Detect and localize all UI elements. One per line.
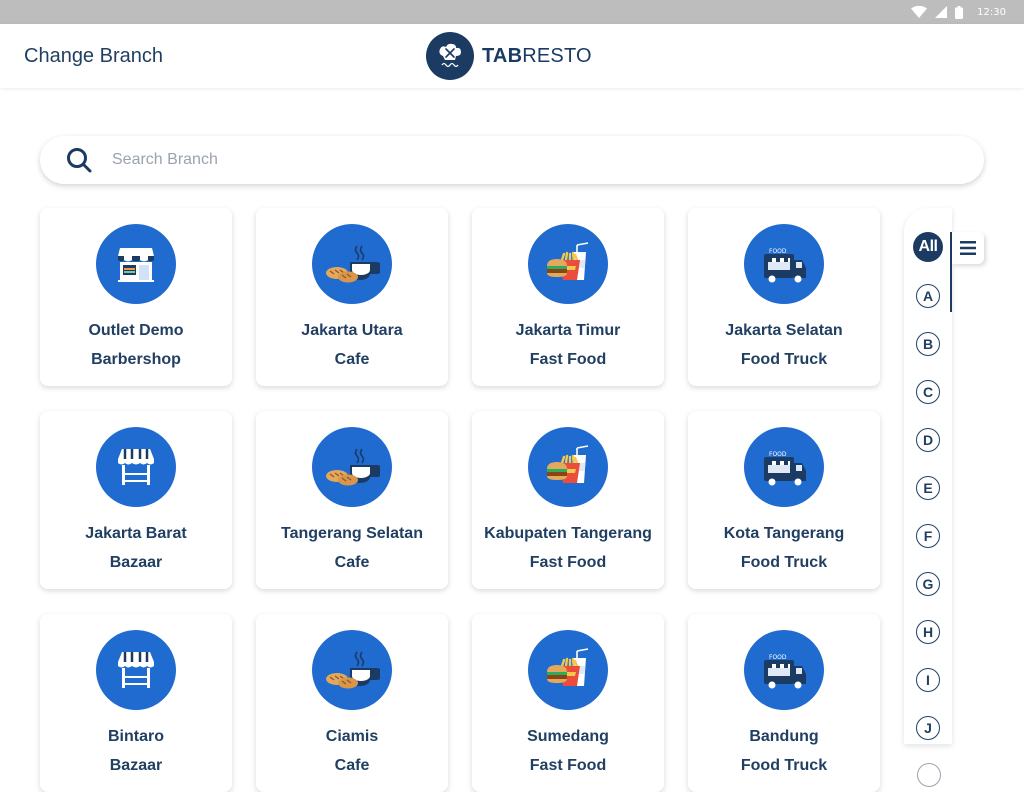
alpha-item-partial[interactable] (917, 763, 941, 787)
alpha-item-h[interactable]: H (916, 620, 940, 644)
branch-type: Fast Food (529, 554, 607, 571)
alpha-item-a[interactable]: A (916, 284, 940, 308)
chef-hat-icon (426, 32, 474, 80)
branch-card[interactable]: Jakarta Timur Fast Food (472, 208, 664, 386)
branch-card[interactable]: Ciamis Cafe (256, 614, 448, 792)
bazaar-icon (96, 427, 176, 507)
branch-name: Sumedang (527, 728, 609, 745)
branch-card[interactable]: Bintaro Bazaar (40, 614, 232, 792)
cafe-icon (312, 427, 392, 507)
search-input[interactable] (112, 146, 952, 174)
alpha-item-e[interactable]: E (916, 476, 940, 500)
branch-name: Jakarta Timur (515, 322, 621, 339)
branch-card[interactable]: Jakarta Utara Cafe (256, 208, 448, 386)
branch-name: Jakarta Barat (85, 525, 187, 542)
branch-name: Bandung (749, 728, 819, 745)
page-title: Change Branch (24, 45, 163, 67)
food-truck-icon: FOOD (744, 630, 824, 710)
branch-type: Barbershop (91, 351, 181, 368)
alpha-item-b[interactable]: B (916, 332, 940, 356)
search-icon[interactable] (66, 147, 92, 173)
alpha-item-c[interactable]: C (916, 380, 940, 404)
branch-type: Bazaar (109, 554, 163, 571)
branch-card[interactable]: Sumedang Fast Food (472, 614, 664, 792)
alpha-item-d[interactable]: D (916, 428, 940, 452)
status-icons: 12:30 (911, 5, 1006, 19)
branch-name: Kota Tangerang (723, 525, 845, 542)
fast-food-icon (528, 630, 608, 710)
branch-type: Cafe (334, 757, 370, 774)
alpha-all-button[interactable]: All (913, 232, 943, 262)
menu-toggle-button[interactable] (952, 232, 984, 264)
branch-card[interactable]: FOOD Kota Tangerang Food Truck (688, 411, 880, 589)
alpha-item-j[interactable]: J (916, 716, 940, 740)
status-time: 12:30 (977, 6, 1006, 18)
branch-card[interactable]: Tangerang Selatan Cafe (256, 411, 448, 589)
alpha-item-f[interactable]: F (916, 524, 940, 548)
alphabet-index: All ABCDEFGHIJ (904, 208, 952, 744)
truck-sign-text: FOOD (769, 654, 787, 661)
truck-sign-text: FOOD (769, 451, 787, 458)
branch-name: Bintaro (108, 728, 164, 745)
truck-sign-text: FOOD (769, 248, 787, 255)
signal-icon (935, 6, 948, 18)
brand-logo: TABRESTO (426, 32, 592, 80)
battery-icon (955, 5, 964, 19)
cafe-icon (312, 630, 392, 710)
branch-type: Fast Food (529, 757, 607, 774)
food-truck-icon: FOOD (744, 224, 824, 304)
branch-name: Tangerang Selatan (281, 525, 423, 542)
fast-food-icon (528, 224, 608, 304)
barbershop-icon (96, 224, 176, 304)
alpha-item-g[interactable]: G (916, 572, 940, 596)
food-truck-icon: FOOD (744, 427, 824, 507)
hamburger-icon (960, 241, 976, 255)
branch-card[interactable]: FOOD Jakarta Selatan Food Truck (688, 208, 880, 386)
branch-card[interactable]: FOOD Bandung Food Truck (688, 614, 880, 792)
branch-type: Cafe (334, 554, 370, 571)
wifi-icon (911, 6, 928, 18)
branch-name: Outlet Demo (88, 322, 184, 339)
branch-card[interactable]: Jakarta Barat Bazaar (40, 411, 232, 589)
branch-type: Bazaar (109, 757, 163, 774)
branch-card[interactable]: Kabupaten Tangerang Fast Food (472, 411, 664, 589)
branch-name: Ciamis (325, 728, 379, 745)
branch-type: Food Truck (740, 757, 828, 774)
branch-card[interactable]: Outlet Demo Barbershop (40, 208, 232, 386)
alpha-item-i[interactable]: I (916, 668, 940, 692)
branch-name: Jakarta Selatan (725, 322, 843, 339)
bazaar-icon (96, 630, 176, 710)
cafe-icon (312, 224, 392, 304)
app-bar: Change Branch TABRESTO (0, 24, 1024, 88)
branch-name: Jakarta Utara (301, 322, 403, 339)
branch-type: Fast Food (529, 351, 607, 368)
status-bar: 12:30 (0, 0, 1024, 24)
branch-name: Kabupaten Tangerang (484, 525, 652, 542)
branch-type: Food Truck (740, 554, 828, 571)
branch-type: Food Truck (740, 351, 828, 368)
branch-type: Cafe (334, 351, 370, 368)
fast-food-icon (528, 427, 608, 507)
search-bar (40, 136, 984, 184)
brand-name: TABRESTO (482, 44, 592, 67)
